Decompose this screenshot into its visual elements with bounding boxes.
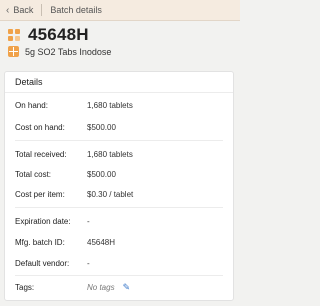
expiration-label: Expiration date: — [15, 216, 71, 226]
row-default-vendor: Default vendor: - — [15, 257, 223, 269]
product-link[interactable]: 5g SO2 Tabs Inodose — [8, 46, 111, 57]
details-header: Details — [5, 72, 233, 93]
separator — [15, 207, 223, 208]
mfg-batch-value: 45648H — [87, 237, 116, 247]
cost-per-item-value: $0.30 / tablet — [87, 189, 134, 199]
tags-label: Tags: — [15, 282, 35, 292]
row-expiration: Expiration date: - — [15, 215, 223, 227]
row-cost-per-item: Cost per item: $0.30 / tablet — [15, 188, 223, 200]
row-on-hand: On hand: 1,680 tablets — [15, 99, 223, 111]
grid-icon — [8, 29, 20, 41]
expiration-value: - — [87, 216, 90, 226]
row-total-received: Total received: 1,680 tablets — [15, 148, 223, 160]
details-card: Details On hand: 1,680 tablets Cost on h… — [4, 71, 234, 301]
separator — [15, 140, 223, 141]
total-cost-label: Total cost: — [15, 169, 52, 179]
title-row: 45648H — [8, 25, 89, 45]
page-title: 45648H — [28, 25, 89, 44]
plus-square-icon — [8, 46, 19, 57]
cost-on-hand-value: $500.00 — [87, 122, 116, 132]
pencil-icon[interactable]: ✎ — [123, 282, 131, 293]
back-label: Back — [13, 5, 34, 15]
separator — [15, 275, 223, 276]
chevron-left-icon: ‹ — [6, 4, 10, 16]
on-hand-value: 1,680 tablets — [87, 100, 133, 110]
product-name: 5g SO2 Tabs Inodose — [25, 46, 112, 57]
on-hand-label: On hand: — [15, 100, 48, 110]
row-total-cost: Total cost: $500.00 — [15, 168, 223, 180]
default-vendor-value: - — [87, 258, 90, 268]
total-received-value: 1,680 tablets — [87, 149, 133, 159]
total-received-label: Total received: — [15, 149, 67, 159]
divider — [41, 4, 43, 16]
cost-per-item-label: Cost per item: — [15, 189, 65, 199]
row-mfg-batch: Mfg. batch ID: 45648H — [15, 236, 223, 248]
mfg-batch-label: Mfg. batch ID: — [15, 237, 65, 247]
cost-on-hand-label: Cost on hand: — [15, 122, 65, 132]
row-tags: Tags: No tags ✎ — [15, 281, 223, 293]
tags-value: No tags — [87, 282, 115, 292]
row-cost-on-hand: Cost on hand: $500.00 — [15, 121, 223, 133]
back-button[interactable]: ‹ Back — [0, 5, 33, 16]
default-vendor-label: Default vendor: — [15, 258, 70, 268]
breadcrumb: Batch details — [50, 5, 102, 15]
top-bar: ‹ Back Batch details — [0, 0, 240, 21]
total-cost-value: $500.00 — [87, 169, 116, 179]
